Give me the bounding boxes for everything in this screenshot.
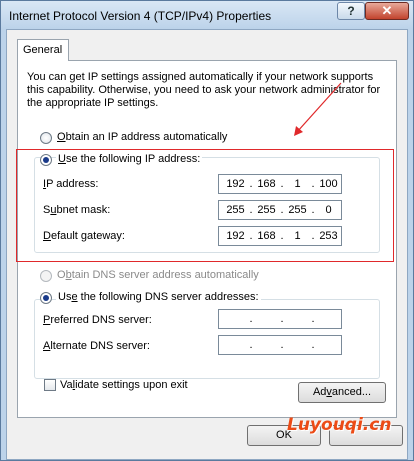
- tab-general[interactable]: General: [17, 39, 69, 61]
- dialog-window: Internet Protocol Version 4 (TCP/IPv4) P…: [0, 0, 414, 461]
- watermark-logo: Luyouqi.cn: [287, 415, 392, 435]
- annotation-arrow-icon: [294, 82, 342, 136]
